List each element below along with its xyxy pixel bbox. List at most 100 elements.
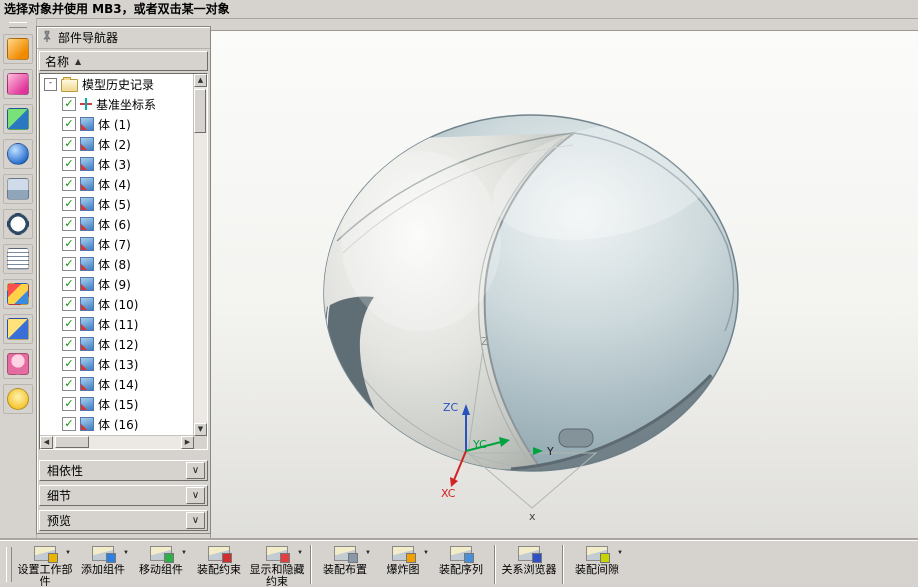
- tree-item[interactable]: ✓ 体 (9): [40, 274, 194, 294]
- tree-item[interactable]: ✓ 体 (6): [40, 214, 194, 234]
- tree-item-label: 体 (16): [98, 417, 139, 432]
- toolbar-button[interactable]: ▼ 装配间隙: [568, 542, 626, 587]
- left-toolbar: [0, 18, 37, 540]
- tree-item[interactable]: ✓ 体 (4): [40, 174, 194, 194]
- dropdown-arrow-icon[interactable]: ▼: [65, 550, 71, 556]
- dropdown-arrow-icon[interactable]: ▼: [297, 550, 303, 556]
- toolbar-button[interactable]: 关系浏览器: [500, 542, 558, 587]
- toolbar-button[interactable]: ▼ 显示和隐藏约束: [248, 542, 306, 587]
- checkbox[interactable]: ✓: [62, 337, 76, 351]
- tree-item[interactable]: ✓ 体 (12): [40, 334, 194, 354]
- tree-vertical-scrollbar[interactable]: ▲ ▼: [193, 74, 207, 436]
- tree-item[interactable]: ✓ 体 (15): [40, 394, 194, 414]
- scroll-down-icon[interactable]: ▼: [194, 423, 207, 436]
- tree-item[interactable]: ✓ 体 (2): [40, 134, 194, 154]
- toolbar-grip[interactable]: [9, 22, 27, 28]
- column-header-name[interactable]: 名称 ▲: [39, 51, 208, 71]
- collapse-chevron-icon[interactable]: ∨: [186, 487, 205, 504]
- tree-item[interactable]: ✓ 体 (5): [40, 194, 194, 214]
- tree-item[interactable]: ✓ 体 (13): [40, 354, 194, 374]
- tree-item-label: 体 (1): [98, 117, 131, 132]
- horizontal-scroll-thumb[interactable]: [55, 436, 89, 448]
- color-palette-button[interactable]: [3, 279, 33, 309]
- vertical-scroll-thumb[interactable]: [194, 89, 206, 133]
- dropdown-arrow-icon[interactable]: ▼: [123, 550, 129, 556]
- axis-label-z: Z: [481, 335, 489, 348]
- toolbar-button[interactable]: ▼ 移动组件: [132, 542, 190, 587]
- tree-item[interactable]: ✓ 体 (8): [40, 254, 194, 274]
- list-view-button[interactable]: [3, 244, 33, 274]
- info-sphere-button[interactable]: [3, 139, 33, 169]
- checkbox[interactable]: ✓: [62, 297, 76, 311]
- tree-item[interactable]: ✓ 体 (1): [40, 114, 194, 134]
- toolbar-button[interactable]: ▼ 添加组件: [74, 542, 132, 587]
- solid-body-button[interactable]: [3, 104, 33, 134]
- section-bar-preview[interactable]: 预览 ∨: [39, 510, 208, 531]
- tree-item[interactable]: ✓ 体 (11): [40, 314, 194, 334]
- toolbar-button[interactable]: ▼ 装配布置: [316, 542, 374, 587]
- checkbox[interactable]: ✓: [62, 197, 76, 211]
- tree-item-root[interactable]: - 模型历史记录: [40, 74, 194, 94]
- measure-icon: [7, 318, 29, 340]
- tree-item[interactable]: ✓ 体 (14): [40, 374, 194, 394]
- navigator-title-bar[interactable]: 部件导航器: [37, 27, 210, 49]
- dropdown-arrow-icon[interactable]: ▼: [423, 550, 429, 556]
- checkbox[interactable]: ✓: [62, 377, 76, 391]
- checkbox[interactable]: ✓: [62, 117, 76, 131]
- collapse-chevron-icon[interactable]: ∨: [186, 462, 205, 479]
- collapse-chevron-icon[interactable]: ∨: [186, 512, 205, 529]
- checkbox[interactable]: ✓: [62, 217, 76, 231]
- scroll-up-icon[interactable]: ▲: [194, 74, 207, 87]
- tree-item[interactable]: ✓ 体 (10): [40, 294, 194, 314]
- color-palette-icon: [7, 283, 29, 305]
- expander-minus-icon[interactable]: -: [44, 77, 57, 91]
- section-bar-dependencies[interactable]: 相依性 ∨: [39, 460, 208, 481]
- toolbar-button-label: 装配布置: [323, 564, 367, 577]
- folder-icon: [61, 76, 78, 92]
- pin-icon[interactable]: [41, 30, 53, 45]
- dropdown-arrow-icon[interactable]: ▼: [365, 550, 371, 556]
- material-box-button[interactable]: [3, 174, 33, 204]
- viewport-3d[interactable]: Z x Y ZC YC XC: [210, 30, 918, 540]
- section-bar-details[interactable]: 细节 ∨: [39, 485, 208, 506]
- toolbar-button[interactable]: ▼ 爆炸图: [374, 542, 432, 587]
- body-icon: [80, 257, 94, 271]
- sort-ascending-icon[interactable]: ▲: [75, 57, 81, 66]
- toolbar-button[interactable]: 装配约束: [190, 542, 248, 587]
- measure-button[interactable]: [3, 314, 33, 344]
- checkbox[interactable]: ✓: [62, 137, 76, 151]
- tree-item[interactable]: ✓ 体 (3): [40, 154, 194, 174]
- tree-item-label: 体 (15): [98, 397, 139, 412]
- tree-item-label: 体 (2): [98, 137, 131, 152]
- datum-plane-button[interactable]: [3, 69, 33, 99]
- checkbox[interactable]: ✓: [62, 317, 76, 331]
- tree-item[interactable]: ✓ 体 (7): [40, 234, 194, 254]
- checkbox[interactable]: ✓: [62, 177, 76, 191]
- toolbar-button[interactable]: 装配序列: [432, 542, 490, 587]
- checkbox[interactable]: ✓: [62, 397, 76, 411]
- bulb-button[interactable]: [3, 384, 33, 414]
- toolbar-separator: [310, 545, 312, 584]
- dropdown-arrow-icon[interactable]: ▼: [617, 550, 623, 556]
- checkbox[interactable]: ✓: [62, 237, 76, 251]
- checkbox[interactable]: ✓: [62, 257, 76, 271]
- checkbox[interactable]: ✓: [62, 97, 76, 111]
- checkbox[interactable]: ✓: [62, 277, 76, 291]
- scroll-left-icon[interactable]: ◀: [40, 436, 53, 449]
- toolbar-button-label: 移动组件: [139, 564, 183, 577]
- scroll-right-icon[interactable]: ▶: [181, 436, 194, 449]
- tree-item[interactable]: ✓ 体 (16): [40, 414, 194, 434]
- toolbar-button[interactable]: ▼ 设置工作部件: [16, 542, 74, 587]
- checkbox[interactable]: ✓: [62, 157, 76, 171]
- tree-horizontal-scrollbar[interactable]: ◀ ▶: [40, 435, 194, 449]
- dropdown-arrow-icon[interactable]: ▼: [181, 550, 187, 556]
- toolbar-grip[interactable]: [6, 547, 12, 582]
- sketch-button[interactable]: [3, 34, 33, 64]
- status-bar: 选择对象并使用 MB3，或者双击某一对象: [0, 0, 918, 19]
- clock-button[interactable]: [3, 209, 33, 239]
- tree-item[interactable]: ✓ 基准坐标系: [40, 94, 194, 114]
- axis-label-xc: XC: [441, 487, 456, 500]
- user-group-button[interactable]: [3, 349, 33, 379]
- checkbox[interactable]: ✓: [62, 357, 76, 371]
- checkbox[interactable]: ✓: [62, 417, 76, 431]
